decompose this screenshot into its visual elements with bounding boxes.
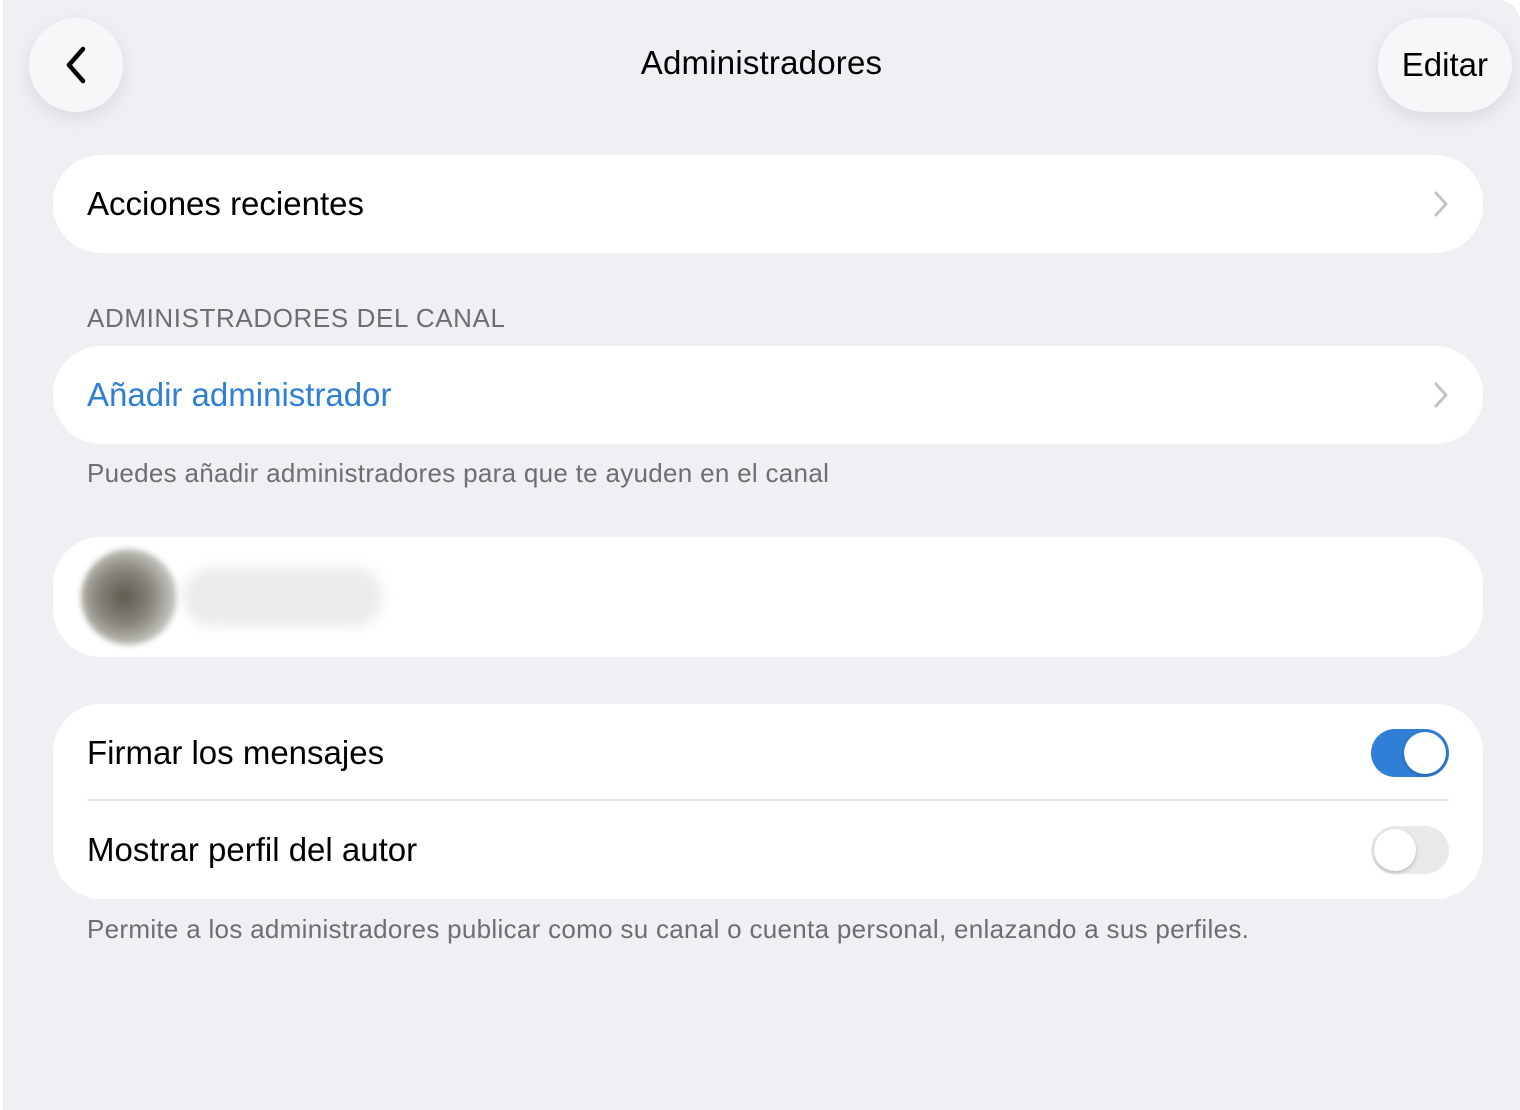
admin-member-card (53, 537, 1483, 657)
sign-messages-label: Firmar los mensajes (87, 733, 385, 771)
avatar (81, 549, 177, 645)
admin-member-row[interactable] (53, 537, 1483, 657)
show-author-toggle[interactable] (1371, 826, 1449, 874)
toggle-knob (1374, 829, 1416, 871)
recent-actions-card: Acciones recientes (53, 155, 1483, 253)
recent-actions-row[interactable]: Acciones recientes (53, 155, 1483, 253)
signature-footer: Permite a los administradores publicar c… (87, 914, 1250, 944)
add-admin-label: Añadir administrador (87, 376, 392, 413)
add-admin-card: Añadir administrador (53, 346, 1483, 444)
channel-admins-header: ADMINISTRADORES DEL CANAL (87, 303, 506, 333)
chevron-right-icon (1434, 382, 1448, 408)
toggle-knob (1404, 731, 1446, 774)
edit-button[interactable]: Editar (1377, 18, 1512, 112)
add-admin-row[interactable]: Añadir administrador (53, 346, 1483, 444)
chevron-right-icon (1434, 191, 1448, 217)
recent-actions-label: Acciones recientes (87, 185, 364, 222)
show-author-label: Mostrar perfil del autor (87, 831, 418, 868)
sign-messages-toggle[interactable] (1371, 728, 1449, 777)
signature-settings-card: Firmar los mensajes Mostrar perfil del a… (53, 704, 1483, 899)
page-title: Administradores (640, 44, 883, 81)
show-author-row: Mostrar perfil del autor (53, 801, 1483, 899)
admins-screen: Administradores Editar Acciones reciente… (3, 0, 1520, 1110)
add-admin-footer: Puedes añadir administradores para que t… (87, 458, 830, 488)
admin-name-redacted (183, 567, 383, 627)
sign-messages-row: Firmar los mensajes (53, 704, 1483, 801)
